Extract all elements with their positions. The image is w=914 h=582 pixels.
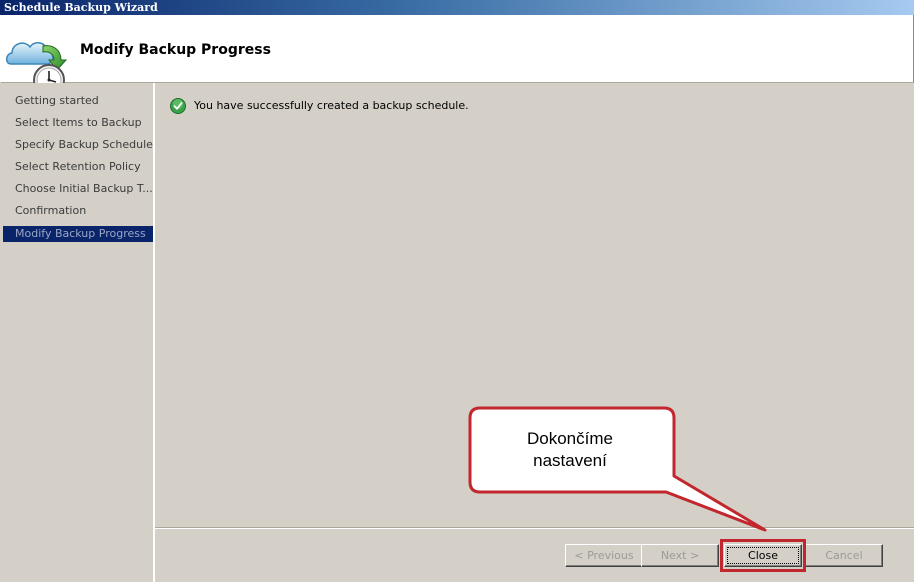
callout-text: Dokončíme nastavení bbox=[468, 428, 672, 472]
title-bar[interactable]: Schedule Backup Wizard bbox=[0, 0, 914, 15]
page-title: Modify Backup Progress bbox=[80, 42, 271, 58]
sidebar-item-select-items[interactable]: Select Items to Backup bbox=[3, 115, 153, 131]
sidebar-item-confirmation[interactable]: Confirmation bbox=[3, 203, 153, 219]
sidebar-item-initial-backup[interactable]: Choose Initial Backup T... bbox=[3, 181, 153, 197]
sidebar-item-getting-started[interactable]: Getting started bbox=[3, 93, 153, 109]
previous-button[interactable]: < Previous bbox=[565, 544, 643, 567]
sidebar-item-specify-schedule[interactable]: Specify Backup Schedule bbox=[3, 137, 153, 153]
sidebar-item-retention-policy[interactable]: Select Retention Policy bbox=[3, 159, 153, 175]
close-button-highlight bbox=[720, 539, 806, 572]
sidebar-item-modify-progress[interactable]: Modify Backup Progress bbox=[3, 226, 153, 242]
status-message-text: You have successfully created a backup s… bbox=[194, 99, 469, 112]
callout-line-2: nastavení bbox=[533, 451, 607, 470]
wizard-steps-sidebar: Getting started Select Items to Backup S… bbox=[0, 83, 155, 582]
window-title: Schedule Backup Wizard bbox=[4, 1, 158, 14]
next-button[interactable]: Next > bbox=[641, 544, 719, 567]
footer-divider bbox=[155, 527, 914, 529]
callout-line-1: Dokončíme bbox=[527, 429, 613, 448]
wizard-header: Modify Backup Progress bbox=[0, 15, 914, 96]
success-check-icon bbox=[170, 98, 186, 114]
cancel-button[interactable]: Cancel bbox=[805, 544, 883, 567]
